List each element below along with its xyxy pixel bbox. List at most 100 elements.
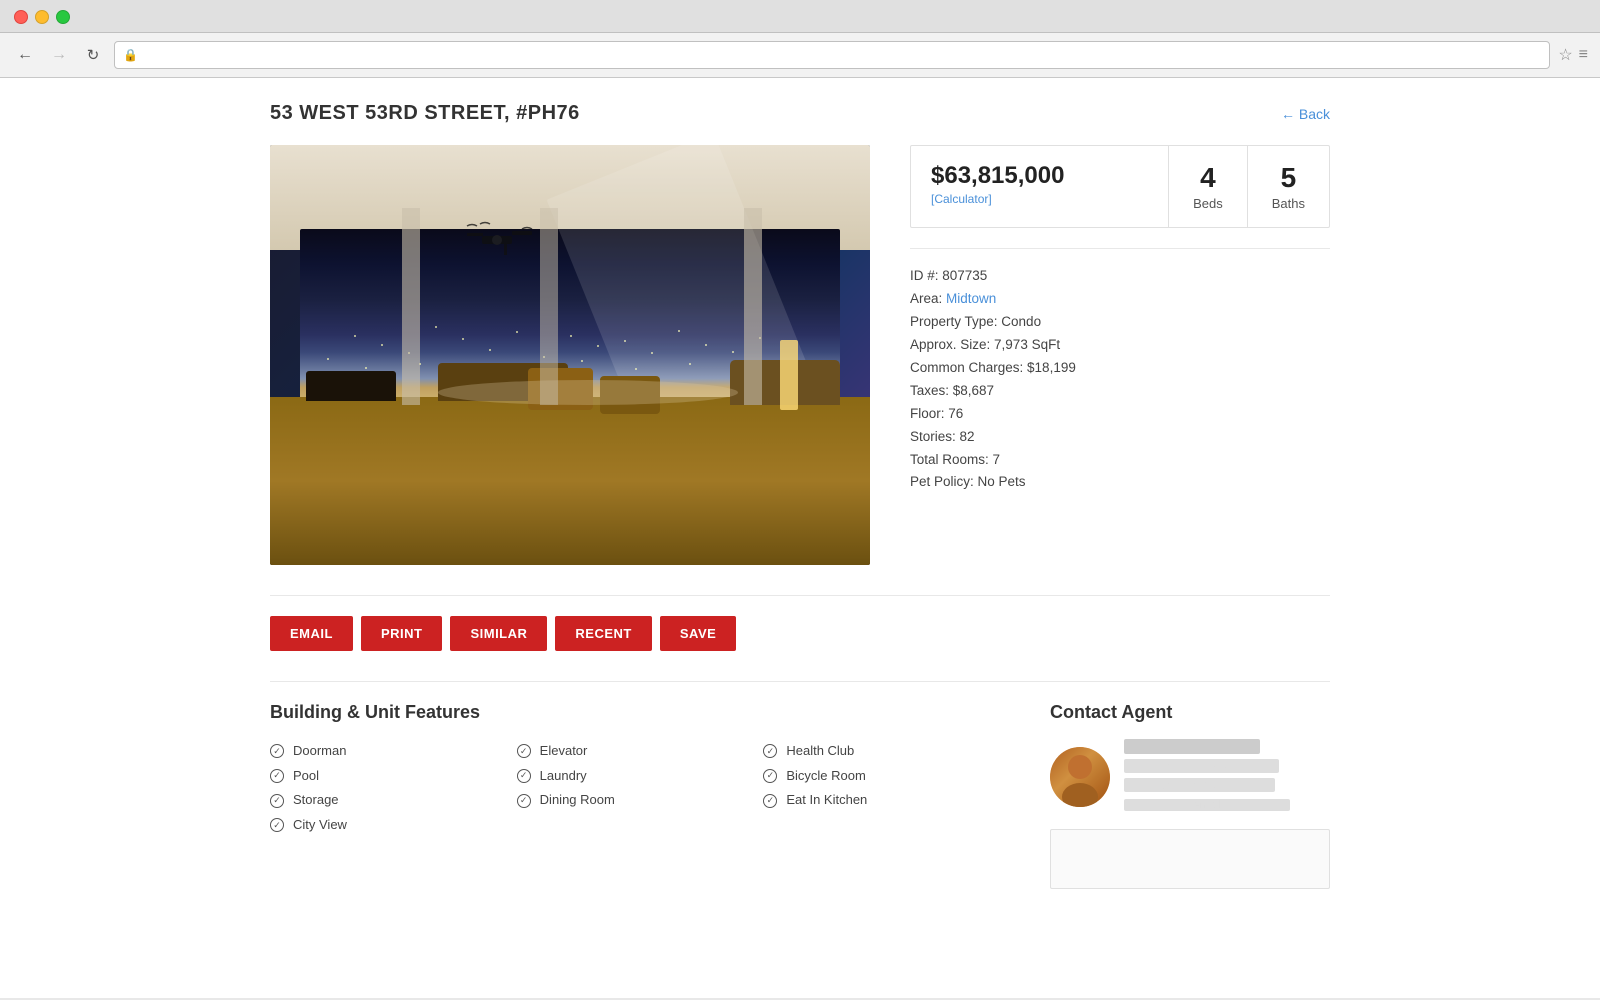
check-icon-laundry: ✓ xyxy=(517,769,531,783)
baths-label: Baths xyxy=(1272,196,1305,211)
property-type: Property Type: Condo xyxy=(910,311,1330,334)
pillar-right xyxy=(744,208,762,405)
feature-cityview-label: City View xyxy=(293,813,347,838)
listing-area: Area: Midtown xyxy=(910,288,1330,311)
total-rooms: Total Rooms: 7 xyxy=(910,449,1330,472)
price-section: $63,815,000 [Calculator] xyxy=(911,146,1169,227)
check-icon-pool: ✓ xyxy=(270,769,284,783)
feature-storage: ✓ Storage xyxy=(270,788,517,813)
stats-divider xyxy=(910,248,1330,249)
agent-avatar-image xyxy=(1050,747,1110,807)
check-icon-healthclub: ✓ xyxy=(763,744,777,758)
price-amount: $63,815,000 xyxy=(931,162,1148,190)
property-image xyxy=(270,145,870,565)
feature-pool-label: Pool xyxy=(293,764,319,789)
feature-doorman-label: Doorman xyxy=(293,739,346,764)
feature-bicycleroom: ✓ Bicycle Room xyxy=(763,764,1010,789)
listing-details: $63,815,000 [Calculator] 4 Beds 5 Baths xyxy=(910,145,1330,565)
features-section: Building & Unit Features ✓ Doorman ✓ Poo… xyxy=(270,702,1010,889)
check-icon-storage: ✓ xyxy=(270,794,284,808)
toolbar-right: ☆ ≡ xyxy=(1558,45,1588,65)
traffic-lights xyxy=(14,10,70,24)
recent-button[interactable]: RECENT xyxy=(555,616,651,651)
feature-bicycleroom-label: Bicycle Room xyxy=(786,764,865,789)
agent-card: Agent Name 212-627-7080 917-589-8620 ema… xyxy=(1050,739,1330,815)
listing-main: $63,815,000 [Calculator] 4 Beds 5 Baths xyxy=(270,145,1330,565)
features-col-3: ✓ Health Club ✓ Bicycle Room ✓ Eat In Ki… xyxy=(763,739,1010,838)
pillar-center xyxy=(540,208,558,405)
feature-pool: ✓ Pool xyxy=(270,764,517,789)
room-scene xyxy=(270,145,870,565)
similar-button[interactable]: SIMILAR xyxy=(450,616,547,651)
piano-furniture xyxy=(306,371,396,401)
features-col-1: ✓ Doorman ✓ Pool ✓ Storage ✓ xyxy=(270,739,517,838)
baths-section: 5 Baths xyxy=(1248,146,1329,227)
browser-toolbar: ← → ↻ 🔒 ☆ ≡ xyxy=(0,33,1600,78)
page-header: 53 WEST 53RD STREET, #PH76 ← Back xyxy=(270,102,1330,125)
features-title: Building & Unit Features xyxy=(270,702,1010,723)
check-icon-elevator: ✓ xyxy=(517,744,531,758)
agent-email: email xyxy=(1124,795,1290,815)
listing-id: ID #: 807735 xyxy=(910,265,1330,288)
bookmark-icon[interactable]: ☆ xyxy=(1558,45,1572,65)
check-icon-eatinkitchen: ✓ xyxy=(763,794,777,808)
page-wrapper: 53 WEST 53RD STREET, #PH76 ← Back xyxy=(0,78,1600,998)
area-link[interactable]: Midtown xyxy=(946,291,996,306)
feature-laundry-label: Laundry xyxy=(540,764,587,789)
close-button[interactable] xyxy=(14,10,28,24)
page-title: 53 WEST 53RD STREET, #PH76 xyxy=(270,102,580,125)
back-link[interactable]: ← Back xyxy=(1281,106,1330,122)
feature-healthclub: ✓ Health Club xyxy=(763,739,1010,764)
pillar-left xyxy=(402,208,420,405)
details-list: ID #: 807735 Area: Midtown Property Type… xyxy=(910,265,1330,494)
email-button[interactable]: EMAIL xyxy=(270,616,353,651)
action-buttons: EMAIL PRINT SIMILAR RECENT SAVE xyxy=(270,616,1330,651)
feature-storage-label: Storage xyxy=(293,788,339,813)
agent-avatar xyxy=(1050,747,1110,807)
beds-section: 4 Beds xyxy=(1169,146,1248,227)
area-label: Area: xyxy=(910,291,942,306)
menu-icon[interactable]: ≡ xyxy=(1579,46,1588,64)
page-content: 53 WEST 53RD STREET, #PH76 ← Back xyxy=(250,78,1350,913)
agent-phone-2: 917-589-8620 xyxy=(1124,776,1290,795)
feature-eatinkitchen: ✓ Eat In Kitchen xyxy=(763,788,1010,813)
property-image-container xyxy=(270,145,870,565)
calculator-link[interactable]: [Calculator] xyxy=(931,192,992,206)
feature-cityview: ✓ City View xyxy=(270,813,517,838)
contact-form-area[interactable] xyxy=(1050,829,1330,889)
feature-laundry: ✓ Laundry xyxy=(517,764,764,789)
address-bar[interactable]: 🔒 xyxy=(114,41,1550,69)
approx-size: Approx. Size: 7,973 SqFt xyxy=(910,334,1330,357)
features-top-divider xyxy=(270,681,1330,682)
minimize-button[interactable] xyxy=(35,10,49,24)
save-button[interactable]: SAVE xyxy=(660,616,736,651)
features-col-2: ✓ Elevator ✓ Laundry ✓ Dining Room xyxy=(517,739,764,838)
url-input[interactable] xyxy=(144,48,1541,63)
back-nav-button[interactable]: ← xyxy=(12,42,38,68)
floor: Floor: 76 xyxy=(910,403,1330,426)
features-columns: ✓ Doorman ✓ Pool ✓ Storage ✓ xyxy=(270,739,1010,838)
check-icon-diningroom: ✓ xyxy=(517,794,531,808)
floor xyxy=(270,397,870,565)
maximize-button[interactable] xyxy=(56,10,70,24)
lamp xyxy=(780,340,798,410)
print-button[interactable]: PRINT xyxy=(361,616,443,651)
forward-nav-button[interactable]: → xyxy=(46,42,72,68)
check-icon-bicycleroom: ✓ xyxy=(763,769,777,783)
lock-icon: 🔒 xyxy=(123,48,138,62)
window-chrome xyxy=(0,0,1600,33)
bird-silhouettes xyxy=(462,221,542,266)
contact-section: Contact Agent Agent Name xyxy=(1050,702,1330,889)
feature-diningroom-label: Dining Room xyxy=(540,788,615,813)
stats-row: $63,815,000 [Calculator] 4 Beds 5 Baths xyxy=(910,145,1330,228)
common-charges: Common Charges: $18,199 xyxy=(910,357,1330,380)
contact-title: Contact Agent xyxy=(1050,702,1330,723)
check-icon-doorman: ✓ xyxy=(270,744,284,758)
feature-elevator-label: Elevator xyxy=(540,739,588,764)
taxes: Taxes: $8,687 xyxy=(910,380,1330,403)
beds-label: Beds xyxy=(1193,196,1223,211)
pet-policy: Pet Policy: No Pets xyxy=(910,471,1330,494)
feature-healthclub-label: Health Club xyxy=(786,739,854,764)
refresh-button[interactable]: ↻ xyxy=(80,42,106,68)
bottom-layout: Building & Unit Features ✓ Doorman ✓ Poo… xyxy=(270,702,1330,889)
